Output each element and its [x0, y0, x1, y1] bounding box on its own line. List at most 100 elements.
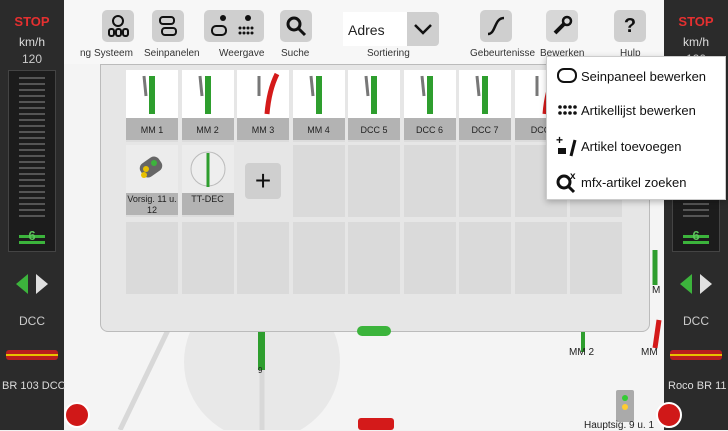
article-label-mm: MM	[641, 347, 658, 358]
help-button[interactable]: ?	[614, 10, 646, 42]
menu-item-seinpaneel-bewerken[interactable]: Seinpaneel bewerken	[555, 61, 725, 91]
article-tile[interactable]: DCC 7	[459, 70, 511, 142]
turnout-icon	[459, 70, 511, 118]
article-tile[interactable]: DCC 5	[348, 70, 400, 142]
add-article-icon: +	[556, 134, 577, 157]
search-input[interactable]: Adres	[343, 12, 407, 46]
menu-item-mfx-artikel-zoeken[interactable]: x mfx-artikel zoeken	[555, 167, 725, 197]
red-button	[358, 418, 394, 430]
empty-slot[interactable]	[570, 222, 622, 294]
article-label: MM 4	[292, 118, 345, 140]
svg-text:+: +	[556, 134, 563, 147]
turnout-red-icon	[652, 319, 662, 349]
gebeurtenissen-button[interactable]	[480, 10, 512, 42]
signal-label: Hauptsig. 9 u. 1	[584, 420, 655, 431]
speed-unit: km/h	[682, 35, 709, 49]
article-tile[interactable]: Vorsig. 11 u. 12	[126, 145, 178, 217]
bewerken-button[interactable]	[546, 10, 578, 42]
turnout-icon	[237, 70, 289, 118]
empty-slot[interactable]	[181, 222, 234, 294]
decoder-icon	[190, 151, 225, 187]
systeem-button[interactable]	[102, 10, 134, 42]
edit-menu: Seinpaneel bewerken Artikellijst bewerke…	[546, 56, 726, 200]
article-tile[interactable]: DCC 6	[403, 70, 456, 142]
direction-toggle[interactable]	[0, 272, 64, 301]
empty-slot[interactable]	[459, 145, 511, 217]
wrench-icon	[553, 15, 573, 35]
sort-dropdown[interactable]	[407, 12, 439, 46]
direction-arrows-icon	[680, 274, 712, 294]
add-article-button[interactable]: +	[245, 163, 281, 199]
loco-function-button[interactable]	[64, 402, 90, 428]
article-tile[interactable]: MM 3	[237, 70, 289, 142]
article-tile[interactable]: MM 1	[126, 70, 178, 142]
empty-slot[interactable]	[514, 222, 567, 294]
loco-function-button[interactable]	[656, 402, 682, 428]
article-label-m: M	[652, 285, 661, 296]
protocol-label: DCC	[19, 314, 45, 328]
stop-button[interactable]: STOP	[0, 14, 64, 29]
track-line	[117, 328, 171, 430]
turnout-icon	[292, 70, 345, 118]
article-label: DCC 5	[348, 118, 400, 140]
clock-icon	[108, 15, 129, 37]
suche-button[interactable]	[280, 10, 312, 42]
empty-slot[interactable]	[348, 145, 400, 217]
search-icon	[286, 16, 307, 37]
stop-button[interactable]: STOP	[664, 14, 728, 29]
empty-slot[interactable]	[292, 222, 345, 294]
seinpanelen-label: Seinpanelen	[144, 48, 200, 59]
article-label: MM 1	[126, 118, 178, 140]
speed-value: 6	[692, 228, 700, 243]
speed-slider[interactable]	[8, 70, 56, 252]
decoder-icon	[181, 145, 234, 193]
article-tile[interactable]: TT-DEC	[181, 145, 234, 217]
article-label: MM 2	[181, 118, 234, 140]
suche-label: Suche	[281, 48, 310, 59]
loco-image	[670, 350, 722, 360]
article-tile[interactable]: MM 2	[181, 70, 234, 142]
mfx-search-icon: x	[556, 171, 576, 194]
view-toggle-icon	[211, 15, 254, 36]
empty-slot[interactable]	[403, 222, 456, 294]
menu-item-artikel-toevoegen[interactable]: + Artikel toevoegen	[555, 131, 725, 161]
article-label: MM 3	[237, 118, 289, 140]
weergave-button[interactable]	[204, 10, 264, 42]
signal-icon	[139, 156, 163, 178]
chevron-down-icon	[414, 24, 432, 35]
cut-off-label: ng	[80, 48, 92, 59]
panel-stack-icon	[159, 16, 177, 36]
article-label: Vorsig. 11 u. 12	[126, 193, 178, 215]
grid-icon	[558, 105, 577, 115]
track-number: 9	[258, 366, 263, 375]
article-label: DCC 7	[459, 118, 511, 140]
protocol-label: DCC	[683, 314, 709, 328]
empty-slot[interactable]	[237, 222, 289, 294]
empty-slot[interactable]	[403, 145, 456, 217]
empty-slot[interactable]	[126, 222, 178, 294]
empty-slot[interactable]	[348, 222, 400, 294]
left-loco-controller: STOP km/h 120 6 DCC BR 103 DCC	[0, 0, 90, 430]
top-toolbar: ng Systeem Seinpanelen Weergave Suche Ad…	[64, 0, 664, 64]
event-path-icon	[487, 16, 505, 36]
track-segment	[258, 330, 265, 370]
article-label: DCC 6	[403, 118, 456, 140]
help-icon: ?	[623, 14, 637, 37]
loco-name: BR 103 DCC	[2, 380, 66, 392]
seinpanelen-button[interactable]	[152, 10, 184, 42]
direction-toggle[interactable]	[664, 272, 728, 301]
signal-icon	[126, 145, 178, 193]
menu-item-artikellijst-bewerken[interactable]: Artikellijst bewerken	[555, 95, 725, 125]
empty-slot[interactable]	[459, 222, 511, 294]
panel-drag-handle[interactable]	[357, 326, 391, 336]
turnout-icon	[348, 70, 400, 118]
direction-arrows-icon	[16, 274, 48, 294]
speed-scale	[19, 77, 45, 244]
article-tile[interactable]: MM 4	[292, 70, 345, 142]
loco-name: Roco BR 11	[668, 380, 727, 392]
max-speed: 120	[21, 52, 43, 66]
empty-slot[interactable]	[292, 145, 345, 217]
svg-text:x: x	[570, 171, 576, 182]
article-label-mm2: MM 2	[569, 347, 594, 358]
weergave-label: Weergave	[219, 48, 265, 59]
